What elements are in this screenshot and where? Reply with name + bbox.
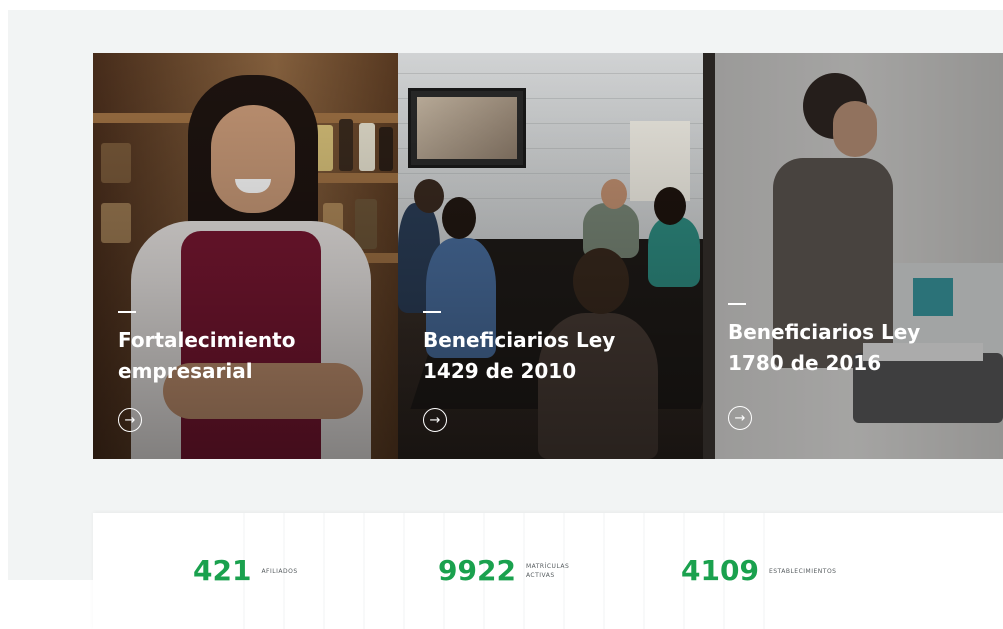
card-photo-meeting: [398, 53, 703, 459]
stat-number: 421: [193, 554, 252, 587]
card-beneficiarios-ley-1780[interactable]: Beneficiarios Ley 1780 de 2016 →: [703, 53, 1003, 459]
card-photo-shop-owner: [93, 53, 398, 459]
stat-establecimientos: 4109 ESTABLECIMIENTOS: [681, 553, 836, 589]
card-dash: [423, 311, 441, 313]
stat-label: MATRÍCULAS ACTIVAS: [525, 563, 570, 579]
page: Fortalecimiento empresarial → Beneficiar…: [0, 0, 1003, 629]
statistics-bar: 421 AFILIADOS 9922 MATRÍCULAS ACTIVAS 41…: [93, 513, 1003, 629]
arrow-right-icon[interactable]: →: [118, 408, 142, 432]
card-beneficiarios-ley-1429[interactable]: Beneficiarios Ley 1429 de 2010 →: [398, 53, 703, 459]
card-photo-office-printer: [703, 53, 1003, 459]
card-dash: [118, 311, 136, 313]
card-fortalecimiento-empresarial[interactable]: Fortalecimiento empresarial →: [93, 53, 398, 459]
stat-afiliados: 421 AFILIADOS: [193, 553, 298, 589]
stat-matriculas-activas: 9922 MATRÍCULAS ACTIVAS: [438, 553, 569, 589]
stat-number: 4109: [681, 554, 759, 587]
stat-label: ESTABLECIMIENTOS: [768, 567, 837, 575]
card-dash: [728, 303, 746, 305]
service-cards: Fortalecimiento empresarial → Beneficiar…: [93, 53, 1003, 459]
card-title[interactable]: Beneficiarios Ley 1429 de 2010: [423, 325, 683, 387]
card-title[interactable]: Beneficiarios Ley 1780 de 2016: [728, 317, 988, 379]
arrow-right-icon[interactable]: →: [728, 406, 752, 430]
card-title[interactable]: Fortalecimiento empresarial: [118, 325, 378, 387]
stat-number: 9922: [438, 554, 516, 587]
arrow-right-icon[interactable]: →: [423, 408, 447, 432]
stat-label: AFILIADOS: [261, 567, 298, 575]
